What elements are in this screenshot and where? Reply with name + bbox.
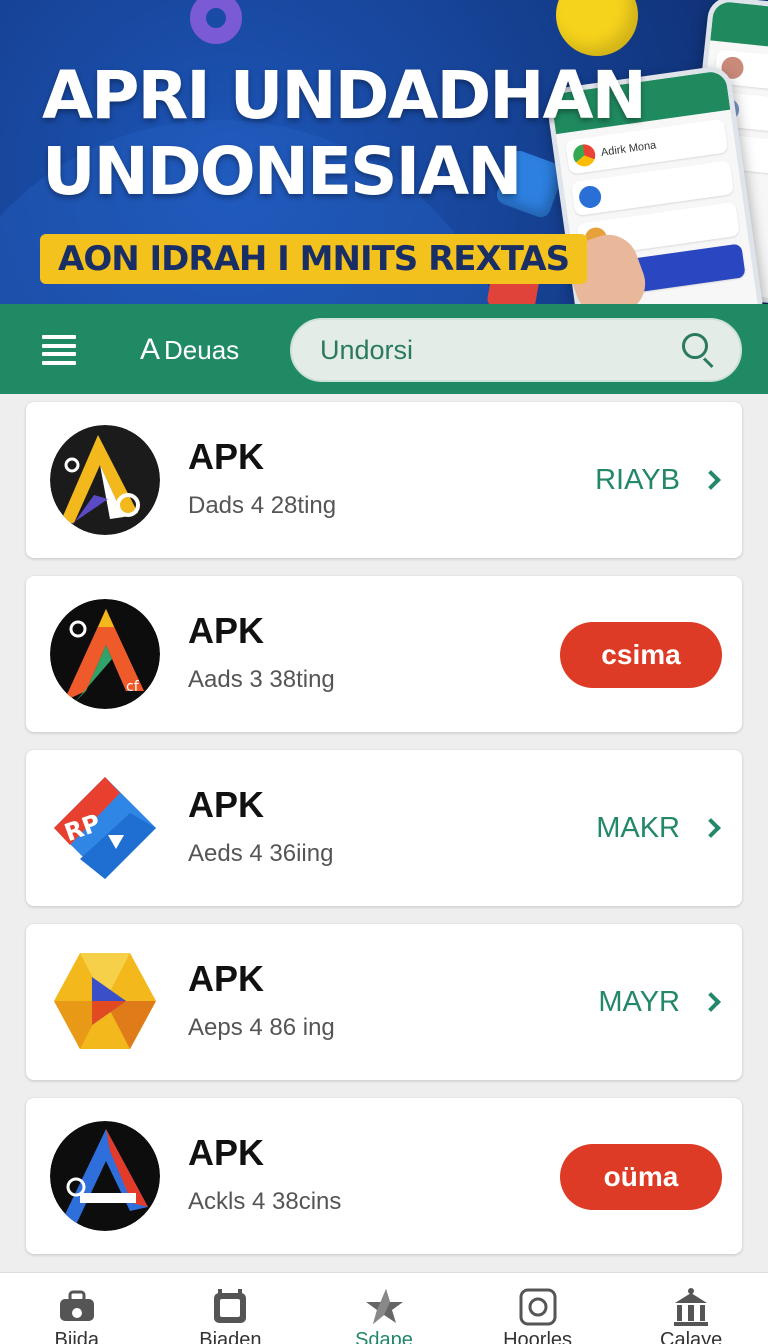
- app-title: APK: [188, 958, 265, 999]
- app-action-link[interactable]: RIAYB: [595, 460, 724, 500]
- chevron-right-icon: [701, 470, 721, 490]
- nav-item-biaden[interactable]: Biaden: [154, 1273, 308, 1344]
- nav-label: Calaye: [660, 1329, 723, 1344]
- bag-icon: [59, 1290, 94, 1321]
- promo-banner[interactable]: Adirk Mona APRI UNDADHAN UNDONESIAN AON …: [0, 0, 768, 304]
- app-list-item[interactable]: APK Ackls 4 38cins oüma: [26, 1098, 742, 1254]
- phone-item-label: Adirk Mona: [600, 139, 658, 159]
- app-logo-icon: [50, 425, 160, 535]
- app-subtitle: Aeds 4 36iing: [188, 840, 334, 867]
- nav-item-sdape[interactable]: Sdape: [307, 1273, 461, 1344]
- app-title: APK: [188, 610, 265, 651]
- top-app-bar: A Deuas: [0, 304, 768, 394]
- nav-label: Sdape: [355, 1329, 413, 1344]
- app-title: APK: [188, 1132, 265, 1173]
- app-action-button[interactable]: oüma: [560, 1144, 722, 1210]
- app-title: APK: [188, 436, 265, 477]
- banner-title: APRI UNDADHAN UNDONESIAN: [42, 57, 647, 210]
- app-list-item[interactable]: APK Aeps 4 86 ing MAYR: [26, 924, 742, 1080]
- app-subtitle: Dads 4 28ting: [188, 492, 337, 519]
- app-list-item[interactable]: APK Dads 4 28ting RIAYB: [26, 402, 742, 558]
- svg-text:cf: cf: [126, 679, 140, 695]
- nav-label: Biaden: [199, 1329, 262, 1344]
- banner-tagline: AON IDRAH I MNITS REXTAS: [40, 234, 588, 284]
- brand-a-icon: A: [140, 333, 161, 366]
- nav-item-calaye[interactable]: Calaye: [614, 1273, 768, 1344]
- yellow-ball-decoration: [556, 0, 638, 56]
- search-bar[interactable]: [290, 318, 742, 382]
- star-icon: [365, 1289, 403, 1324]
- app-action-button[interactable]: csima: [560, 622, 722, 688]
- chevron-right-icon: [701, 818, 721, 838]
- menu-button[interactable]: [30, 328, 88, 372]
- app-list-item[interactable]: RP APK Aeds 4 36iing MAKR: [26, 750, 742, 906]
- app-logo-icon: [50, 1121, 160, 1231]
- app-list-item[interactable]: cf APK Aads 3 38ting csima: [26, 576, 742, 732]
- brand-logo[interactable]: A Deuas: [140, 330, 239, 370]
- nav-item-hoorles[interactable]: Hoorles: [461, 1273, 615, 1344]
- brand-name: Deuas: [164, 334, 240, 365]
- hamburger-icon: [42, 335, 76, 365]
- app-subtitle: Ackls 4 38cins: [188, 1188, 342, 1215]
- app-title: APK: [188, 784, 265, 825]
- camera-icon: [519, 1288, 557, 1326]
- app-subtitle: Aads 3 38ting: [188, 666, 335, 693]
- app-subtitle: Aeps 4 86 ing: [188, 1014, 335, 1041]
- chevron-right-icon: [701, 992, 721, 1012]
- app-action-link[interactable]: MAYR: [598, 982, 724, 1022]
- app-action-link[interactable]: MAKR: [596, 808, 724, 848]
- purple-ring-decoration: [190, 0, 242, 44]
- bottom-navigation: Biida Biaden Sdape Hoorles Calaye: [0, 1272, 768, 1344]
- search-icon[interactable]: [678, 330, 718, 370]
- nav-label: Biida: [54, 1329, 100, 1344]
- app-logo-icon: cf: [50, 599, 160, 709]
- search-input[interactable]: [320, 334, 678, 366]
- building-icon: [674, 1288, 709, 1326]
- nav-item-biida[interactable]: Biida: [0, 1273, 154, 1344]
- app-logo-icon: RP: [50, 773, 160, 883]
- nav-label: Hoorles: [503, 1329, 573, 1344]
- app-list: APK Dads 4 28ting RIAYB cf APK Aads 3 38…: [26, 402, 742, 1272]
- app-logo-icon: [50, 947, 160, 1057]
- film-icon: [214, 1289, 247, 1323]
